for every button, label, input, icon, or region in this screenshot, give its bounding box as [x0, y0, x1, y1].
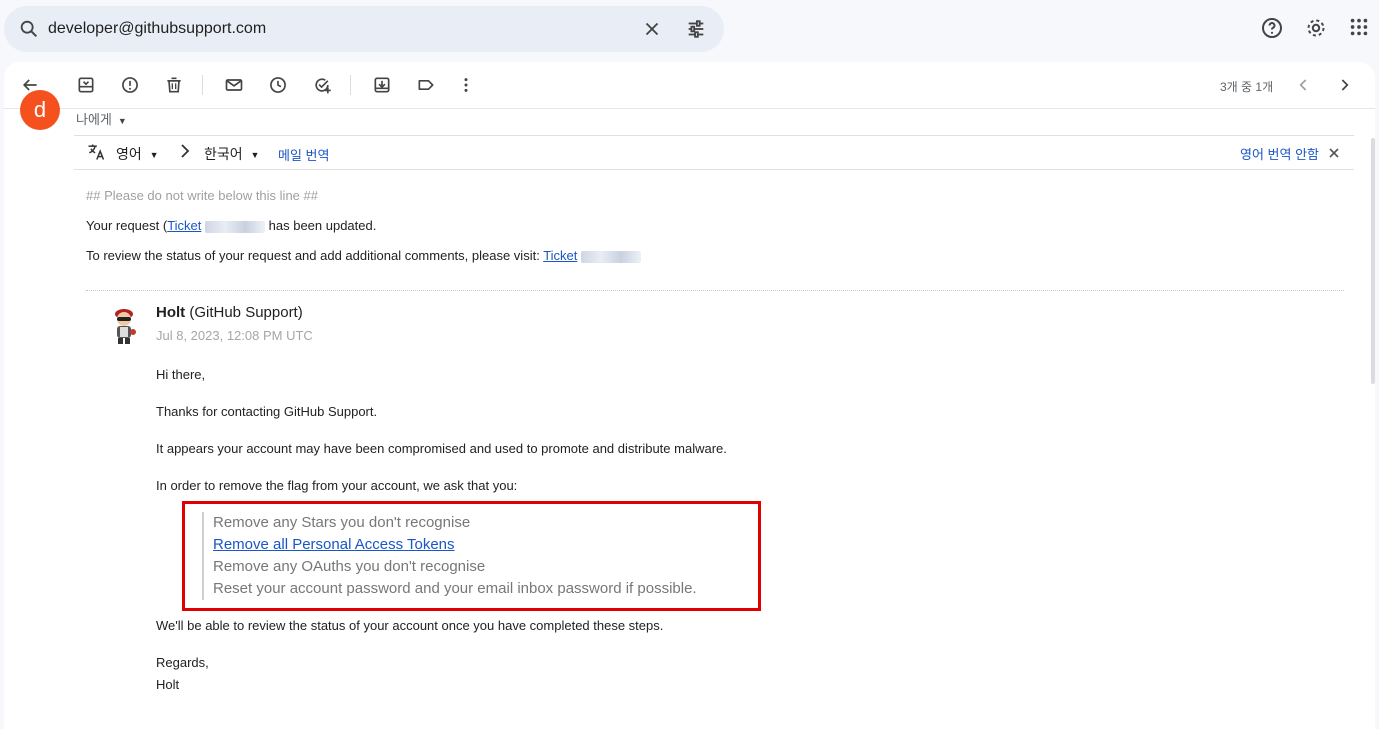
translate-icon — [86, 142, 106, 165]
recipient-label: 나에게 — [76, 112, 112, 127]
ticket-link[interactable]: Ticket — [167, 218, 201, 233]
reply-signoff: Regards, — [156, 655, 209, 670]
review-prefix: To review the status of your request and… — [86, 248, 544, 263]
email-view: 3개 중 1개 d 나에게 ▼ 영어 ▼ 한국어 ▼ 메일 번역 영어 번역 안함 — [4, 62, 1375, 729]
step-item: Remove any Stars you don't recognise — [213, 514, 471, 531]
delete-icon[interactable] — [164, 75, 184, 95]
help-icon[interactable] — [1260, 16, 1284, 45]
dont-translate-link[interactable]: 영어 번역 안함 — [1240, 144, 1319, 163]
source-language-select[interactable]: 영어 ▼ — [116, 144, 159, 164]
step-link-personal-access-tokens[interactable]: Remove all Personal Access Tokens — [213, 534, 697, 556]
more-vert-icon[interactable] — [456, 75, 476, 95]
caret-down-icon: ▼ — [149, 150, 159, 161]
close-icon[interactable] — [1328, 146, 1340, 162]
review-status-line: To review the status of your request and… — [86, 248, 642, 263]
report-spam-icon[interactable] — [120, 75, 140, 95]
sender-avatar[interactable]: d — [20, 90, 60, 130]
snooze-clock-icon[interactable] — [268, 75, 288, 95]
apps-grid-icon[interactable] — [1348, 16, 1370, 43]
reply-paragraph-1: It appears your account may have been co… — [156, 441, 727, 456]
target-language-select[interactable]: 한국어 ▼ — [204, 144, 259, 164]
mark-unread-icon[interactable] — [224, 75, 244, 95]
request-update-line: Your request (Ticket has been updated. — [86, 218, 376, 233]
reply-sender: Holt (GitHub Support) — [156, 304, 303, 321]
translate-message-link[interactable]: 메일 번역 — [278, 145, 329, 164]
reply-paragraph-2: In order to remove the flag from your ac… — [156, 478, 518, 493]
caret-down-icon: ▼ — [117, 115, 127, 126]
step-item: Remove any OAuths you don't recognise — [213, 558, 486, 575]
header-note: ## Please do not write below this line #… — [86, 188, 318, 203]
scrollbar[interactable] — [1371, 138, 1375, 384]
search-input[interactable]: developer@githubsupport.com — [48, 20, 266, 38]
ticket-link[interactable]: Ticket — [543, 248, 577, 263]
recipient-dropdown[interactable]: 나에게 ▼ — [76, 109, 127, 128]
reply-sender-name: Holt — [156, 304, 186, 321]
search-icon[interactable] — [18, 18, 40, 45]
reply-sender-org: (GitHub Support) — [189, 304, 303, 321]
steps-quote: Remove any Stars you don't recognise Rem… — [202, 512, 697, 600]
label-icon[interactable] — [416, 75, 436, 95]
reply-greeting: Hi there, — [156, 367, 206, 382]
pagination-text: 3개 중 1개 — [1220, 80, 1274, 94]
archive-icon[interactable] — [76, 75, 96, 95]
step-item: Reset your account password and your ema… — [213, 580, 697, 597]
reply-date: Jul 8, 2023, 12:08 PM UTC — [156, 328, 313, 343]
request-suffix: has been updated. — [268, 218, 377, 233]
add-task-icon[interactable] — [312, 75, 332, 95]
toolbar-separator — [202, 75, 203, 95]
target-language-label: 한국어 — [204, 146, 243, 162]
search-bar[interactable]: developer@githubsupport.com — [4, 6, 724, 52]
caret-down-icon: ▼ — [250, 150, 260, 161]
toolbar-separator — [350, 75, 351, 95]
divider — [86, 290, 1344, 291]
chevron-right-icon[interactable] — [1334, 75, 1354, 95]
request-prefix: Your request ( — [86, 218, 168, 233]
reply-signature: Holt — [156, 677, 180, 692]
redacted-ticket-number — [581, 250, 642, 263]
move-to-icon[interactable] — [372, 75, 392, 95]
reply-paragraph-3: We'll be able to review the status of yo… — [156, 618, 664, 633]
source-language-label: 영어 — [116, 146, 142, 162]
highlighted-steps-box: Remove any Stars you don't recognise Rem… — [182, 501, 761, 611]
chevron-left-icon[interactable] — [1294, 75, 1314, 95]
translate-bar: 영어 ▼ 한국어 ▼ 메일 번역 영어 번역 안함 — [74, 135, 1354, 170]
tune-icon[interactable] — [685, 18, 707, 45]
redacted-ticket-number — [205, 220, 266, 233]
gear-icon[interactable] — [1304, 16, 1328, 45]
close-icon[interactable] — [641, 18, 663, 45]
support-agent-avatar — [108, 306, 140, 346]
chevron-right-icon — [178, 143, 192, 162]
reply-thanks: Thanks for contacting GitHub Support. — [156, 404, 378, 419]
message-toolbar: 3개 중 1개 — [4, 62, 1375, 109]
